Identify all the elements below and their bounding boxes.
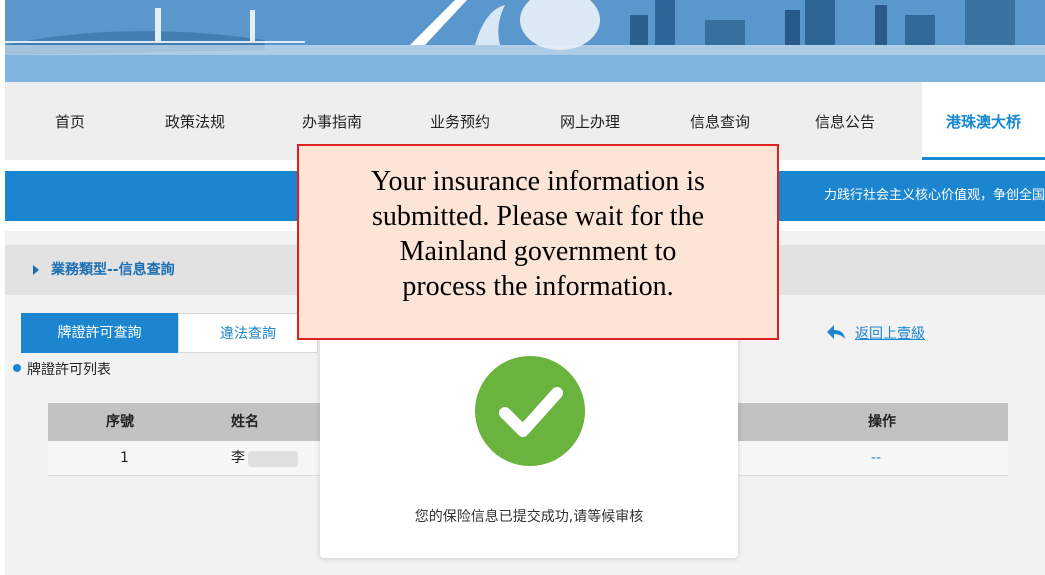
callout-line: submitted. Please wait for the — [371, 201, 705, 232]
cell-name: 李 — [231, 450, 245, 466]
dialog-message: 您的保险信息已提交成功,请等候审核 — [414, 509, 644, 525]
back-link-label: 返回上壹級 — [855, 326, 925, 342]
callout-line: Your insurance information is — [371, 166, 705, 197]
annotation-callout: Your insurance information is submitted.… — [297, 144, 779, 340]
redacted-name-mask — [248, 451, 298, 467]
list-heading-label: 牌證許可列表 — [27, 362, 111, 378]
column-header-name: 姓名 — [231, 414, 259, 430]
nav-item-policy[interactable]: 政策法规 — [155, 82, 235, 160]
slogan-text: 力践行社会主义核心价值观，争创全国 — [823, 188, 1045, 203]
bullet-dot-icon — [13, 364, 21, 372]
browser-frame: 首页 政策法规 办事指南 业务预约 网上办理 信息查询 信息公告 港珠澳大桥 力… — [5, 0, 1045, 575]
nav-item-notice[interactable]: 信息公告 — [805, 82, 885, 160]
reply-arrow-icon — [827, 325, 845, 339]
check-circle-icon — [475, 356, 585, 466]
triangle-right-icon — [33, 265, 39, 275]
success-dialog: 您的保险信息已提交成功,请等候审核 — [320, 326, 738, 558]
section-title: 業務類型--信息查詢 — [51, 262, 175, 278]
column-header-action: 操作 — [868, 414, 896, 430]
tab-license-query[interactable]: 牌證許可查詢 — [21, 313, 178, 353]
nav-item-home[interactable]: 首页 — [35, 82, 105, 160]
city-skyline-image — [5, 0, 1045, 82]
list-heading: 牌證許可列表 — [13, 359, 111, 379]
header-banner — [5, 0, 1045, 82]
page: 首页 政策法规 办事指南 业务预约 网上办理 信息查询 信息公告 港珠澳大桥 力… — [0, 0, 1045, 575]
callout-line: Mainland government to — [399, 236, 677, 267]
cell-index: 1 — [120, 450, 129, 466]
nav-item-hzm-bridge[interactable]: 港珠澳大桥 — [922, 82, 1045, 160]
callout-line: process the information. — [402, 271, 674, 302]
back-link[interactable]: 返回上壹級 — [827, 323, 925, 343]
cell-action[interactable]: -- — [871, 441, 881, 475]
column-header-index: 序號 — [106, 414, 134, 430]
